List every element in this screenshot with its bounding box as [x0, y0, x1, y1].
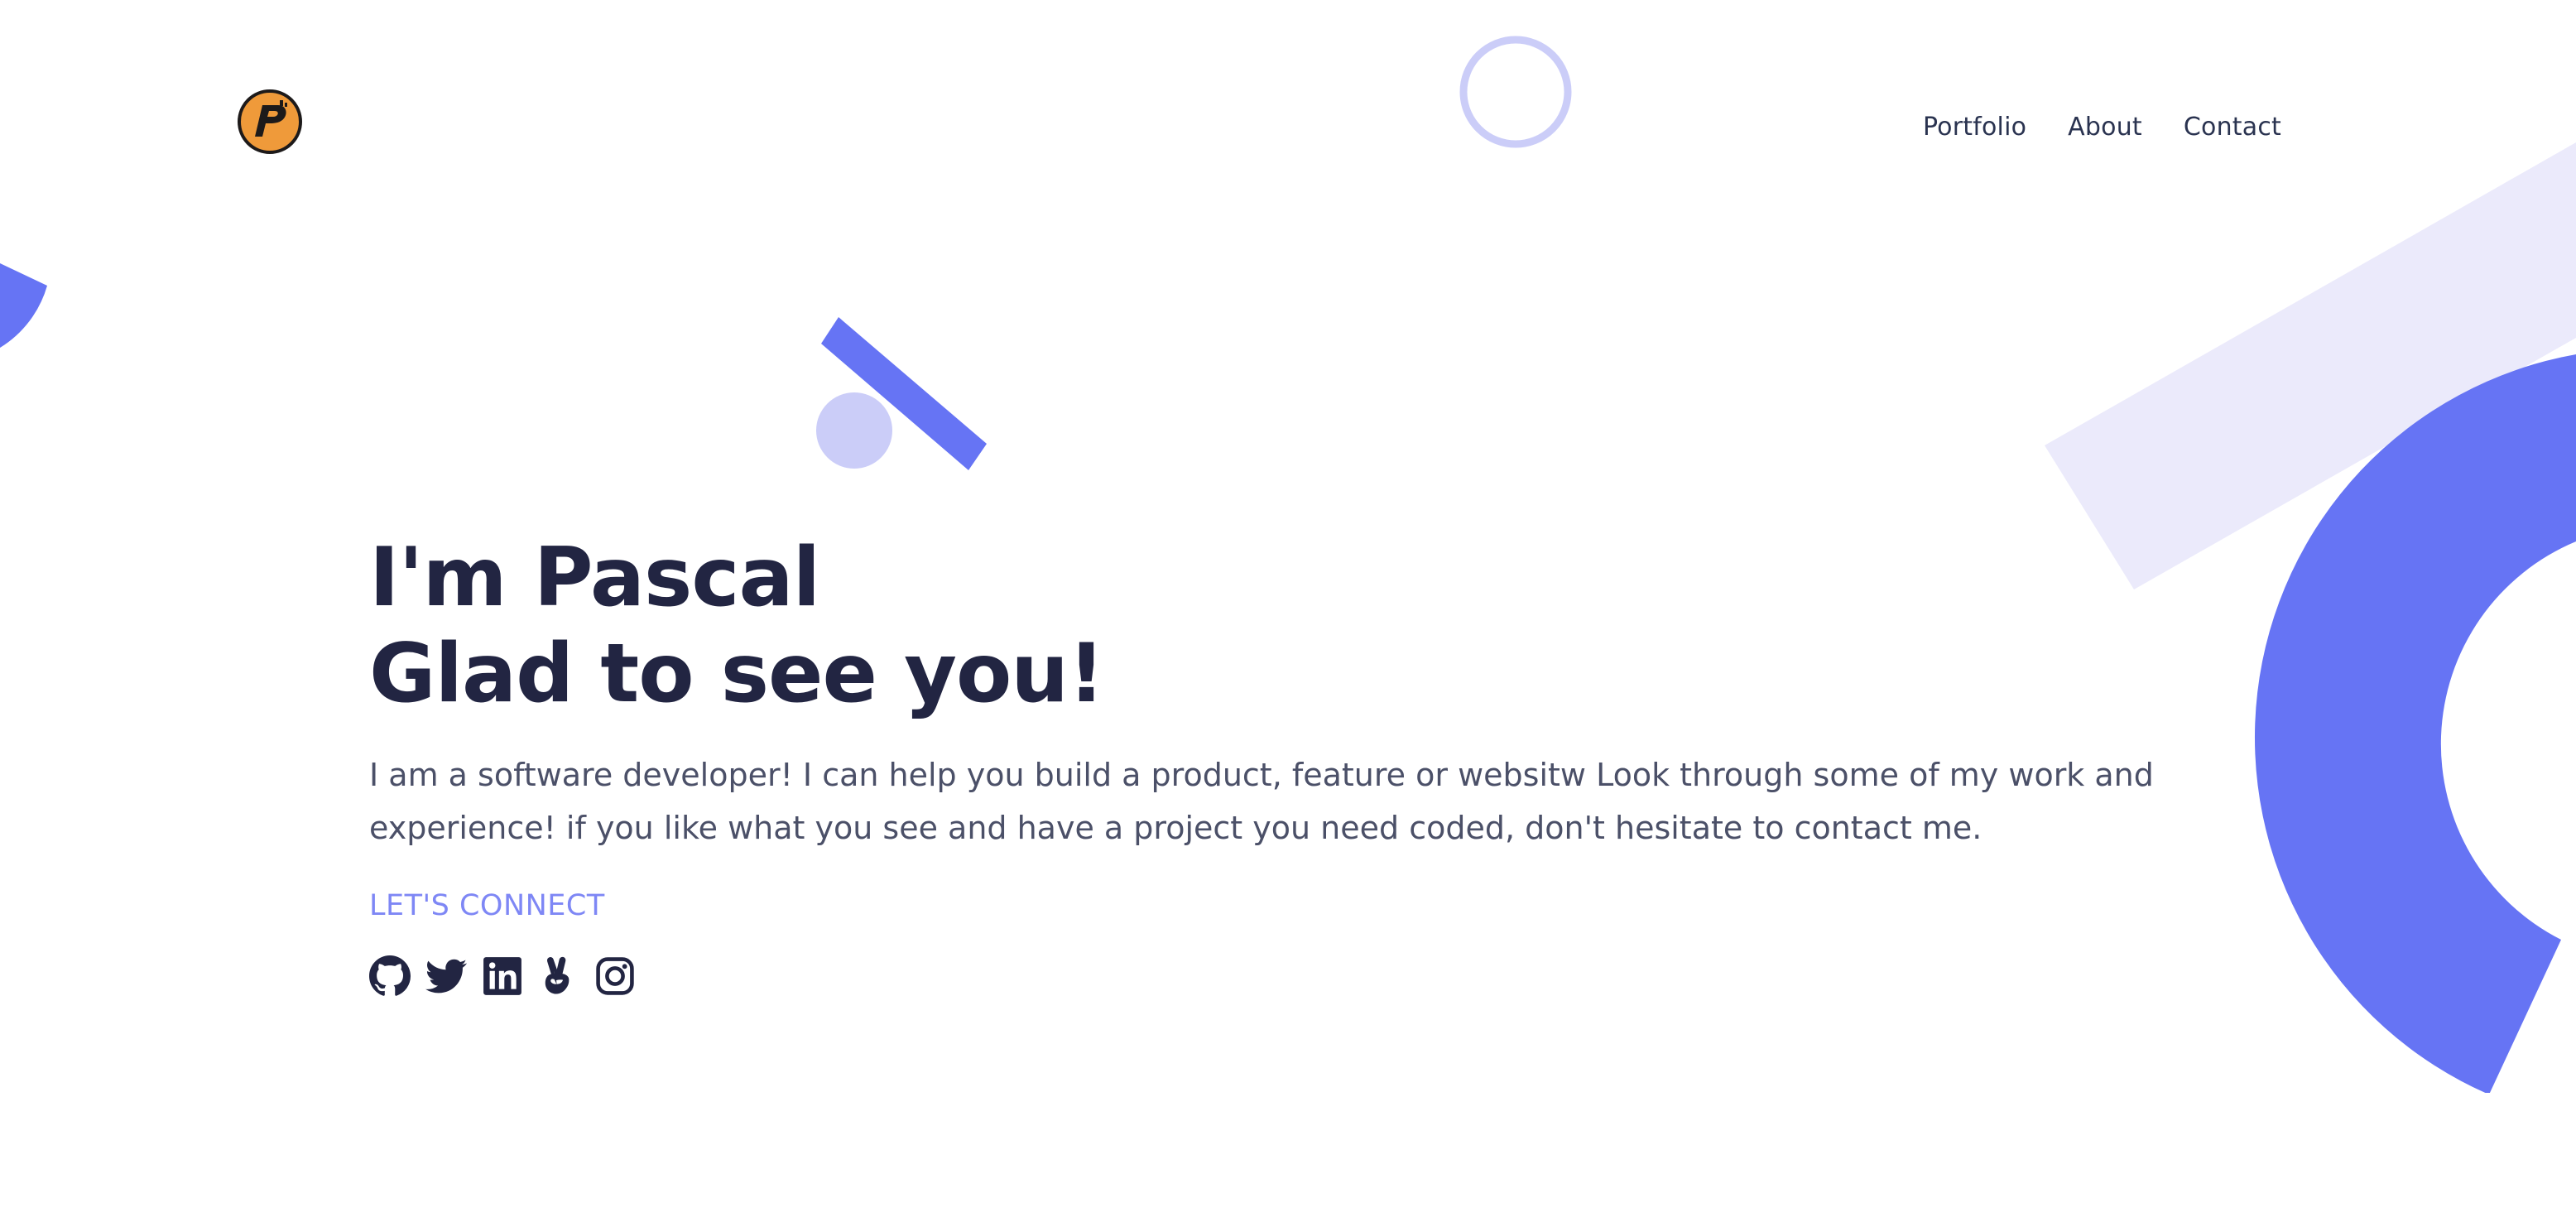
hero-title-line2: Glad to see you!	[369, 627, 1105, 721]
nav-about[interactable]: About	[2068, 113, 2142, 142]
github-icon	[369, 955, 411, 996]
hero-intro: I am a software developer! I can help yo…	[369, 757, 2154, 846]
twitter-icon	[425, 959, 467, 993]
decor-arc-left	[0, 263, 47, 348]
github-link[interactable]	[369, 955, 411, 997]
hero-title: I'm Pascal Glad to see you!	[369, 530, 2190, 722]
linkedin-icon	[483, 957, 521, 995]
hero-title-line1: I'm Pascal	[369, 531, 820, 625]
logo[interactable]	[237, 89, 303, 155]
linkedin-link[interactable]	[482, 955, 523, 997]
nav-contact[interactable]: Contact	[2184, 113, 2281, 142]
angellist-icon	[545, 956, 570, 994]
twitter-link[interactable]	[425, 955, 467, 997]
decor-dot	[816, 392, 892, 469]
instagram-icon	[596, 957, 634, 995]
angellist-link[interactable]	[538, 955, 579, 997]
instagram-link[interactable]	[594, 955, 636, 997]
social-links	[369, 955, 2190, 997]
decor-ring-top	[1459, 36, 1572, 148]
hero-section: I'm Pascal Glad to see you! I am a softw…	[369, 530, 2190, 997]
logo-p-icon	[238, 89, 302, 154]
decor-ring-large	[2255, 354, 2576, 1093]
nav-portfolio[interactable]: Portfolio	[1923, 113, 2026, 142]
main-nav: Portfolio About Contact	[1923, 108, 2281, 146]
lets-connect-label: LET'S CONNECT	[369, 889, 605, 922]
